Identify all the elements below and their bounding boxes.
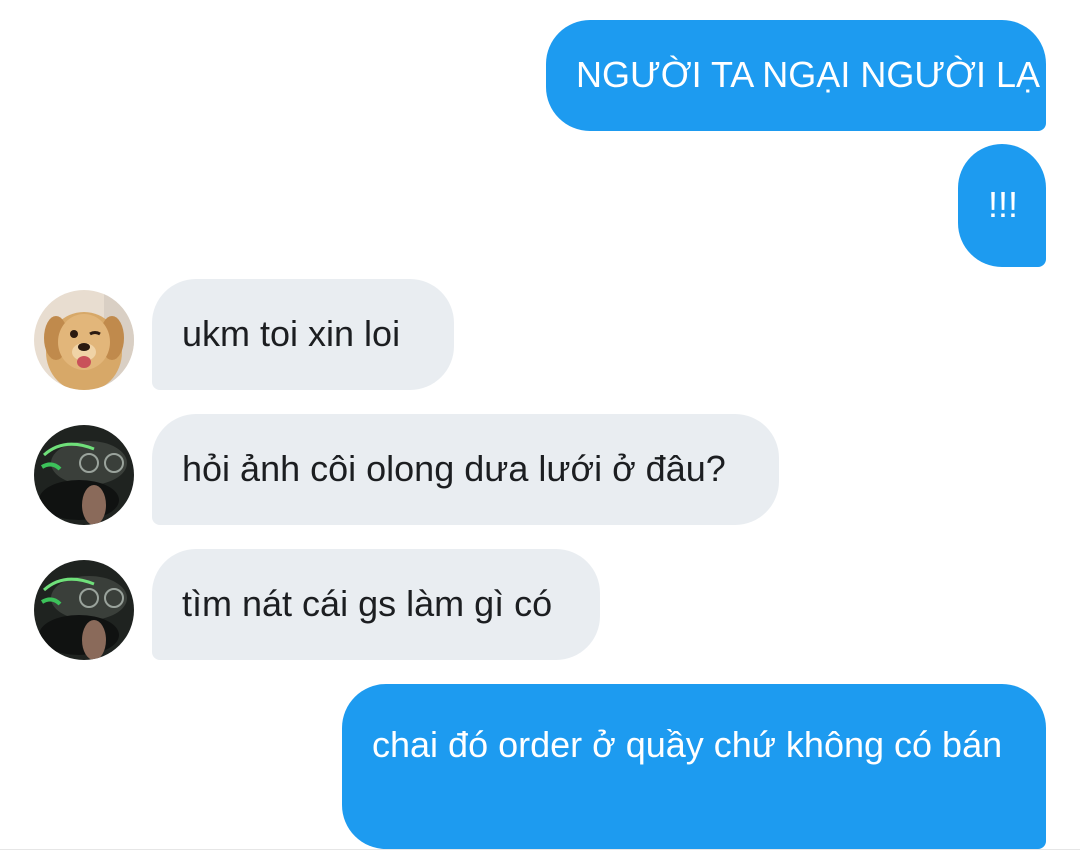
message-text: hỏi ảnh côi olong dưa lưới ở đâu? bbox=[182, 448, 726, 489]
person-avatar[interactable] bbox=[34, 560, 134, 660]
incoming-message-bubble[interactable]: ukm toi xin loi bbox=[152, 279, 454, 390]
incoming-message-bubble[interactable]: hỏi ảnh côi olong dưa lưới ở đâu? bbox=[152, 414, 779, 525]
outgoing-message-bubble[interactable]: !!! bbox=[958, 144, 1046, 267]
message-text: !!! bbox=[988, 184, 1019, 225]
message-text: chai đó order ở quầy chứ không có bán bbox=[372, 724, 1003, 765]
dog-avatar[interactable] bbox=[34, 290, 134, 390]
outgoing-message-bubble[interactable]: chai đó order ở quầy chứ không có bán bbox=[342, 684, 1046, 849]
divider bbox=[0, 849, 1080, 850]
message-text: ukm toi xin loi bbox=[182, 313, 401, 354]
message-text: NGƯỜI TA NGẠI NGƯỜI LẠ bbox=[576, 54, 1040, 95]
person-avatar[interactable] bbox=[34, 425, 134, 525]
outgoing-message-bubble[interactable]: NGƯỜI TA NGẠI NGƯỜI LẠ bbox=[546, 20, 1046, 131]
message-text: tìm nát cái gs làm gì có bbox=[182, 583, 553, 624]
incoming-message-bubble[interactable]: tìm nát cái gs làm gì có bbox=[152, 549, 600, 660]
